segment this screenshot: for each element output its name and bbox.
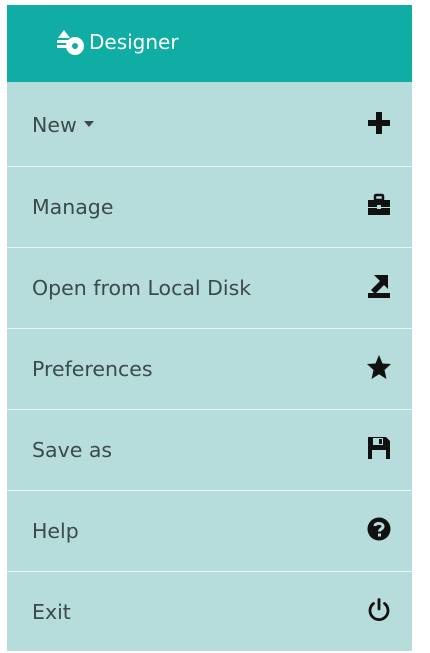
floppy-disk-icon [366, 435, 392, 461]
menu-items: New Manage Open from Local Disk Preferen… [7, 85, 412, 653]
menu-item-label: Preferences [32, 357, 153, 381]
side-menu: Designer New Manage Open from Local Disk [7, 5, 412, 651]
plus-icon [366, 110, 392, 136]
menu-item-exit[interactable]: Exit [7, 571, 412, 653]
question-circle-icon [366, 516, 392, 542]
menu-item-label: Exit [32, 600, 71, 624]
menu-item-new[interactable]: New [7, 85, 412, 166]
menu-item-open-local-disk[interactable]: Open from Local Disk [7, 247, 412, 328]
menu-item-save-as[interactable]: Save as [7, 409, 412, 490]
menu-item-preferences[interactable]: Preferences [7, 328, 412, 409]
designer-logo-icon [55, 27, 87, 57]
upload-icon [366, 273, 392, 299]
caret-down-icon [83, 121, 94, 127]
briefcase-icon [366, 192, 392, 218]
menu-header: Designer [7, 5, 412, 82]
menu-item-help[interactable]: Help [7, 490, 412, 571]
menu-item-label: Save as [32, 438, 113, 462]
menu-item-manage[interactable]: Manage [7, 166, 412, 247]
menu-item-label: Help [32, 519, 79, 543]
menu-item-label: Open from Local Disk [32, 276, 252, 300]
power-icon [366, 597, 392, 623]
star-icon [366, 354, 392, 380]
menu-item-label: New [32, 85, 94, 165]
menu-item-label: Manage [32, 195, 114, 219]
app-title: Designer [89, 30, 179, 54]
